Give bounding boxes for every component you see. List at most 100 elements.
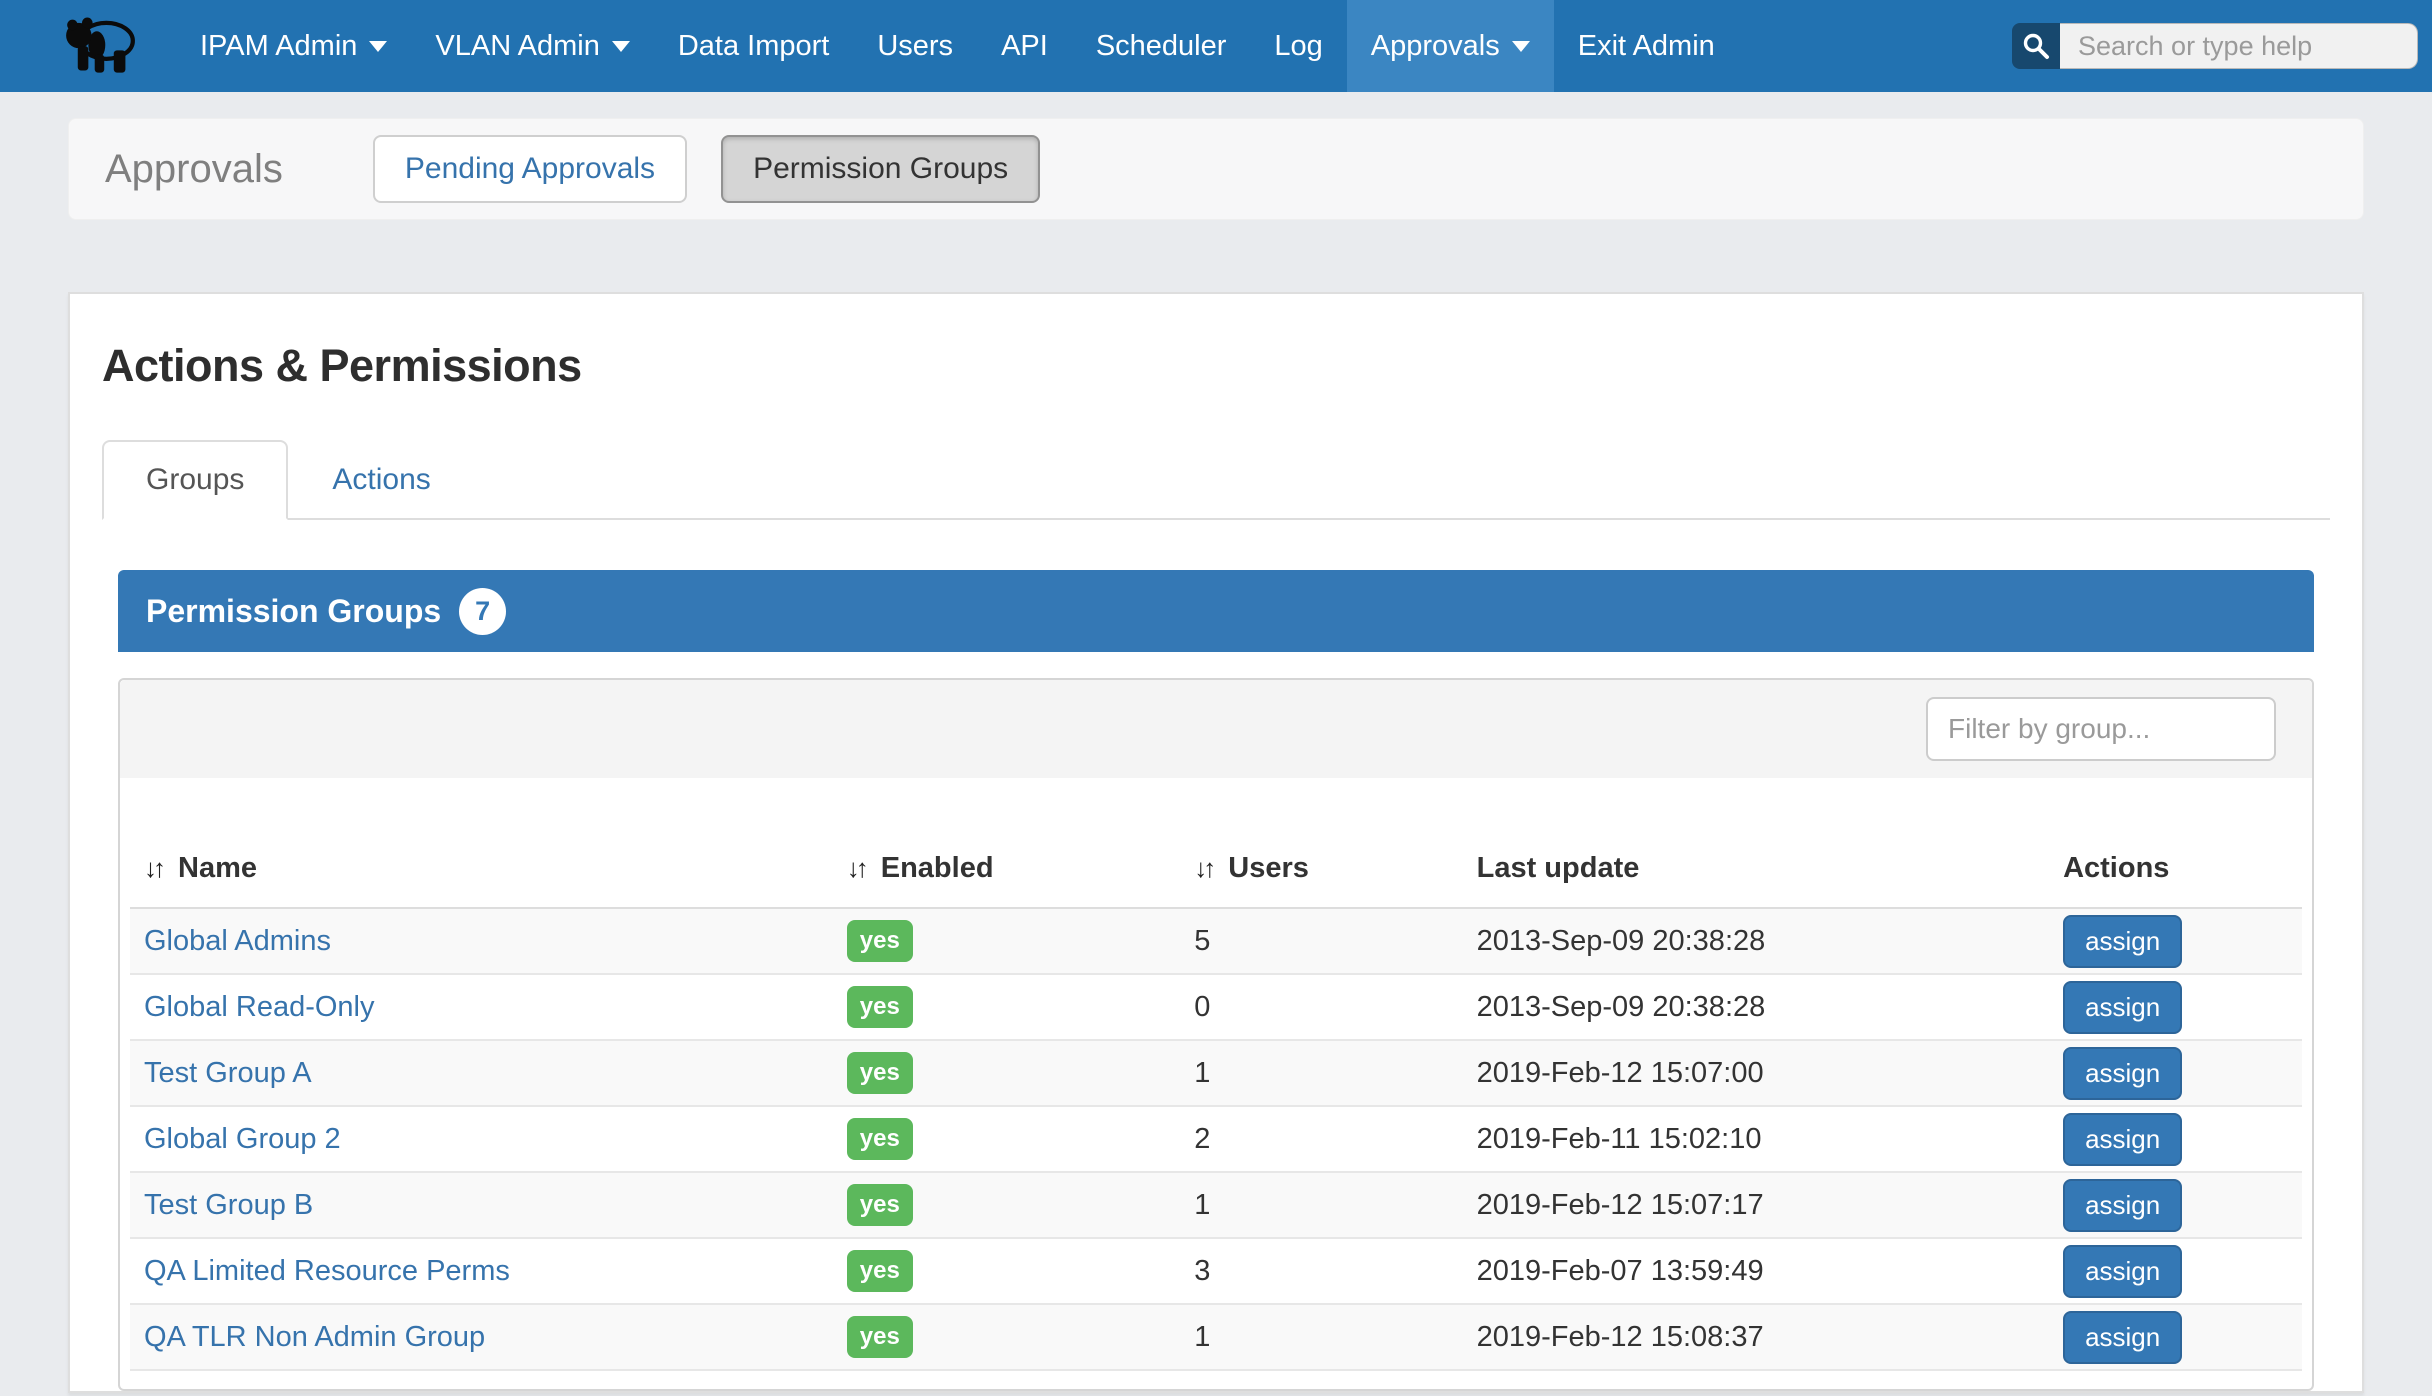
column-header-users[interactable]: ↓↑ Users — [1194, 778, 1476, 908]
nav-item-label: API — [1001, 30, 1048, 63]
assign-button[interactable]: assign — [2063, 915, 2182, 968]
table-row: Test Group Ayes12019-Feb-12 15:07:00assi… — [130, 1040, 2302, 1106]
group-name-link[interactable]: QA Limited Resource Perms — [144, 1255, 510, 1287]
main-panel: Actions & Permissions Groups Actions Per… — [68, 292, 2364, 1393]
table-row: Global Read-Onlyyes02013-Sep-09 20:38:28… — [130, 974, 2302, 1040]
name-cell: QA TLR Non Admin Group — [130, 1304, 847, 1370]
nav-item-label: Scheduler — [1096, 30, 1227, 63]
column-header-label: Last update — [1477, 852, 1640, 884]
enabled-cell: yes — [847, 1172, 1195, 1238]
users-count: 0 — [1194, 974, 1476, 1040]
actions-cell: assign — [2063, 974, 2302, 1040]
navbar-menu: IPAM Admin VLAN Admin Data Import Users API S… — [176, 0, 1739, 92]
group-name-link[interactable]: Global Group 2 — [144, 1123, 341, 1155]
chevron-down-icon — [369, 41, 387, 52]
name-cell: Test Group B — [130, 1172, 847, 1238]
last-update: 2019-Feb-07 13:59:49 — [1477, 1238, 2063, 1304]
last-update: 2019-Feb-12 15:08:37 — [1477, 1304, 2063, 1370]
table-row: Global Group 2 yes 22019-Feb-11 15:02:10as… — [130, 1106, 2302, 1172]
navbar-search — [2012, 23, 2418, 69]
assign-button[interactable]: assign — [2063, 981, 2182, 1034]
table-container: ↓↑Name↓↑Enabled↓↑UsersLast updateActions… — [120, 778, 2312, 1389]
group-name-link[interactable]: Global Read-Only — [144, 991, 375, 1023]
enabled-badge: yes — [847, 1316, 913, 1358]
assign-button[interactable]: assign — [2063, 1047, 2182, 1100]
column-header-enabled[interactable]: ↓↑ Enabled — [847, 778, 1195, 908]
actions-cell: assign — [2063, 1172, 2302, 1238]
groups-panel: ↓↑Name↓↑Enabled↓↑UsersLast updateActions… — [118, 678, 2314, 1391]
enabled-cell: yes — [847, 1238, 1195, 1304]
column-header-label: Users — [1228, 852, 1309, 884]
last-update: 2019-Feb-12 15:07:00 — [1477, 1040, 2063, 1106]
users-count: 5 — [1194, 908, 1476, 974]
pending-approvals-button[interactable]: Pending Approvals — [373, 135, 687, 203]
assign-button[interactable]: assign — [2063, 1245, 2182, 1298]
app-logo[interactable] — [64, 0, 136, 92]
nav-item-users[interactable]: Users — [853, 0, 977, 92]
panda-logo-icon — [64, 13, 136, 80]
users-count: 2 — [1194, 1106, 1476, 1172]
group-name-link[interactable]: Global Admins — [144, 925, 331, 957]
top-navbar: IPAM Admin VLAN Admin Data Import Users API S… — [0, 0, 2432, 92]
sort-icon[interactable]: ↓↑ — [1194, 853, 1212, 883]
nav-item-label: Data Import — [678, 30, 830, 63]
page-title: Approvals — [105, 147, 283, 192]
actions-cell: assign — [2063, 908, 2302, 974]
filter-input[interactable] — [1926, 697, 2276, 761]
enabled-cell: yes — [847, 1106, 1195, 1172]
tab-bar: Groups Actions — [102, 440, 2330, 520]
search-input[interactable] — [2060, 23, 2418, 69]
actions-cell: assign — [2063, 1040, 2302, 1106]
nav-item-label: Users — [877, 30, 953, 63]
table-row: QA TLR Non Admin Groupyes12019-Feb-12 15… — [130, 1304, 2302, 1370]
assign-button[interactable]: assign — [2063, 1179, 2182, 1232]
enabled-badge: yes — [847, 1118, 913, 1160]
assign-button[interactable]: assign — [2063, 1113, 2182, 1166]
actions-cell: assign — [2063, 1238, 2302, 1304]
nav-item-log[interactable]: Log — [1250, 0, 1346, 92]
column-header-label: Enabled — [881, 852, 994, 884]
tab-groups[interactable]: Groups — [102, 440, 288, 520]
nav-item-label: Exit Admin — [1578, 30, 1715, 63]
name-cell: Global Read-Only — [130, 974, 847, 1040]
sort-icon[interactable]: ↓↑ — [847, 853, 865, 883]
nav-item-api[interactable]: API — [977, 0, 1072, 92]
table-row: QA Limited Resource Permsyes32019-Feb-07… — [130, 1238, 2302, 1304]
nav-item-vlan-admin[interactable]: VLAN Admin — [411, 0, 653, 92]
group-name-link[interactable]: QA TLR Non Admin Group — [144, 1321, 485, 1353]
table-header: ↓↑Name↓↑Enabled↓↑UsersLast updateActions — [130, 778, 2302, 908]
nav-item-label: Log — [1274, 30, 1322, 63]
column-header-actions: Actions — [2063, 778, 2302, 908]
nav-item-label: IPAM Admin — [200, 30, 357, 63]
permission-groups-table: ↓↑Name↓↑Enabled↓↑UsersLast updateActions… — [130, 778, 2302, 1371]
users-count: 1 — [1194, 1040, 1476, 1106]
column-header-label: Actions — [2063, 852, 2169, 884]
group-name-link[interactable]: Test Group B — [144, 1189, 313, 1221]
column-header-name[interactable]: ↓↑Name — [130, 778, 847, 908]
nav-item-exit-admin[interactable]: Exit Admin — [1554, 0, 1739, 92]
name-cell: Global Admins — [130, 908, 847, 974]
chevron-down-icon — [612, 41, 630, 52]
nav-item-label: VLAN Admin — [435, 30, 599, 63]
group-count-badge: 7 — [459, 588, 506, 635]
nav-item-approvals[interactable]: Approvals — [1347, 0, 1554, 92]
assign-button[interactable]: assign — [2063, 1311, 2182, 1364]
last-update: 2013-Sep-09 20:38:28 — [1477, 974, 2063, 1040]
chevron-down-icon — [1512, 41, 1530, 52]
tab-actions[interactable]: Actions — [288, 440, 474, 520]
permission-groups-button[interactable]: Permission Groups — [721, 135, 1040, 203]
sort-icon[interactable]: ↓↑ — [144, 853, 162, 883]
search-icon[interactable] — [2012, 23, 2060, 69]
permission-groups-heading: Permission Groups 7 — [118, 570, 2314, 652]
enabled-cell: yes — [847, 1304, 1195, 1370]
nav-item-ipam-admin[interactable]: IPAM Admin — [176, 0, 411, 92]
panel-title: Permission Groups — [146, 593, 441, 630]
name-cell: QA Limited Resource Perms — [130, 1238, 847, 1304]
nav-item-scheduler[interactable]: Scheduler — [1072, 0, 1251, 92]
nav-item-data-import[interactable]: Data Import — [654, 0, 854, 92]
last-update: 2019-Feb-12 15:07:17 — [1477, 1172, 2063, 1238]
group-name-link[interactable]: Test Group A — [144, 1057, 312, 1089]
page-header-bar: Approvals Pending Approvals Permission G… — [68, 118, 2364, 220]
section-title: Actions & Permissions — [102, 340, 2330, 392]
last-update: 2019-Feb-11 15:02:10 — [1477, 1106, 2063, 1172]
